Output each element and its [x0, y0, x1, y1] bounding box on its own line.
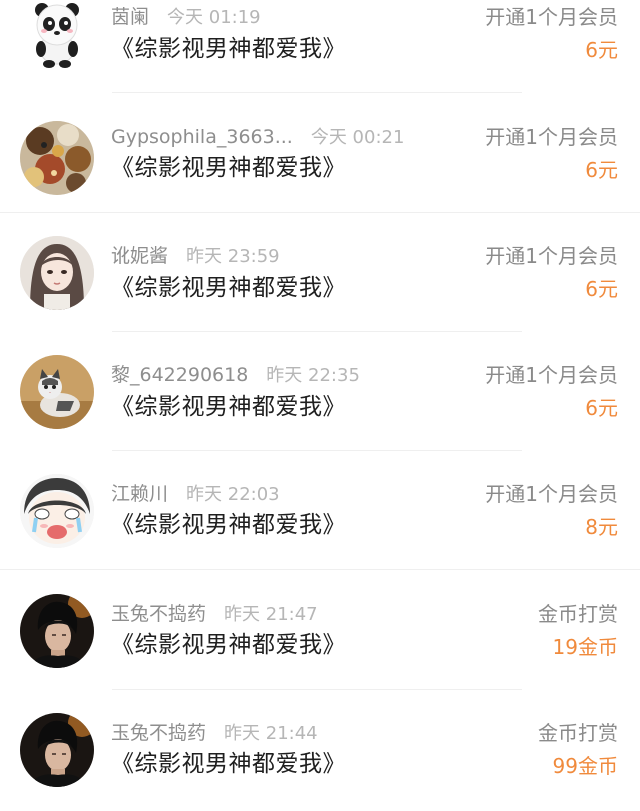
action-label: 金币打赏	[538, 721, 618, 745]
herbs-icon	[20, 121, 94, 195]
amount-label: 6元	[585, 38, 618, 62]
man-portrait-icon	[20, 713, 94, 787]
amount-label: 19金币	[552, 635, 618, 659]
meta-line: Gypsophila_3663... 今天 00:21	[111, 124, 404, 150]
action-label: 金币打赏	[538, 602, 618, 626]
amount-label: 6元	[585, 158, 618, 182]
book-title[interactable]: 《综影视男神都爱我》	[111, 34, 346, 64]
herbs-avatar[interactable]	[20, 121, 94, 195]
action-label: 开通1个月会员	[485, 363, 618, 387]
divider	[112, 92, 522, 93]
book-title[interactable]: 《综影视男神都爱我》	[111, 273, 346, 303]
username[interactable]: 玉兔不捣药	[111, 722, 206, 744]
divider	[112, 689, 522, 690]
amount-label: 99金币	[552, 754, 618, 778]
list-item[interactable]: 江赖川 昨天 22:03 《综影视男神都爱我》 开通1个月会员 8元	[0, 452, 640, 571]
timestamp: 今天 00:21	[310, 127, 405, 148]
timestamp: 今天 01:19	[167, 7, 261, 28]
username[interactable]: 讹妮酱	[111, 245, 168, 267]
panda-avatar[interactable]	[20, 0, 94, 71]
username[interactable]: 江赖川	[111, 483, 168, 505]
girl-avatar[interactable]	[20, 236, 94, 310]
man-portrait-icon	[20, 594, 94, 668]
action-label: 开通1个月会员	[485, 482, 618, 506]
timestamp: 昨天 21:47	[224, 604, 318, 625]
man-portrait-avatar[interactable]	[20, 713, 94, 787]
meta-line: 玉兔不捣药 昨天 21:44	[111, 720, 318, 746]
panda-icon	[20, 0, 94, 71]
amount-label: 6元	[585, 277, 618, 301]
meta-line: 茵阑 今天 01:19	[111, 4, 261, 30]
man-portrait-avatar[interactable]	[20, 594, 94, 668]
username[interactable]: Gypsophila_3663...	[111, 126, 293, 148]
book-title[interactable]: 《综影视男神都爱我》	[111, 510, 346, 540]
divider	[112, 331, 522, 332]
book-title[interactable]: 《综影视男神都爱我》	[111, 630, 346, 660]
amount-label: 8元	[585, 515, 618, 539]
crying-face-icon	[20, 474, 94, 548]
username[interactable]: 茵阑	[111, 6, 149, 28]
amount-label: 6元	[585, 396, 618, 420]
book-title[interactable]: 《综影视男神都爱我》	[111, 153, 346, 183]
list-item[interactable]: 玉兔不捣药 昨天 21:47 《综影视男神都爱我》 金币打赏 19金币	[0, 572, 640, 691]
action-label: 开通1个月会员	[485, 5, 618, 29]
reward-records-list: 茵阑 今天 01:19 《综影视男神都爱我》 开通1个月会员 6元 Gypsoph…	[0, 0, 640, 811]
meta-line: 玉兔不捣药 昨天 21:47	[111, 601, 318, 627]
list-item[interactable]: 玉兔不捣药 昨天 21:44 《综影视男神都爱我》 金币打赏 99金币	[0, 691, 640, 810]
divider	[112, 450, 522, 451]
list-item[interactable]: 黎_642290618 昨天 22:35 《综影视男神都爱我》 开通1个月会员 6…	[0, 333, 640, 452]
divider	[0, 212, 640, 213]
username[interactable]: 黎_642290618	[111, 364, 248, 386]
username[interactable]: 玉兔不捣药	[111, 603, 206, 625]
timestamp: 昨天 23:59	[186, 246, 280, 267]
list-item[interactable]: Gypsophila_3663... 今天 00:21 《综影视男神都爱我》 开通…	[0, 95, 640, 214]
timestamp: 昨天 22:35	[266, 365, 360, 386]
timestamp: 昨天 21:44	[224, 723, 318, 744]
cat-avatar[interactable]	[20, 355, 94, 429]
cat-icon	[20, 355, 94, 429]
meta-line: 江赖川 昨天 22:03	[111, 481, 280, 507]
timestamp: 昨天 22:03	[186, 484, 280, 505]
meta-line: 讹妮酱 昨天 23:59	[111, 243, 280, 269]
action-label: 开通1个月会员	[485, 125, 618, 149]
girl-icon	[20, 236, 94, 310]
action-label: 开通1个月会员	[485, 244, 618, 268]
book-title[interactable]: 《综影视男神都爱我》	[111, 392, 346, 422]
divider	[0, 569, 640, 570]
list-item[interactable]: 讹妮酱 昨天 23:59 《综影视男神都爱我》 开通1个月会员 6元	[0, 214, 640, 333]
meta-line: 黎_642290618 昨天 22:35	[111, 362, 360, 388]
crying-face-avatar[interactable]	[20, 474, 94, 548]
book-title[interactable]: 《综影视男神都爱我》	[111, 749, 346, 779]
